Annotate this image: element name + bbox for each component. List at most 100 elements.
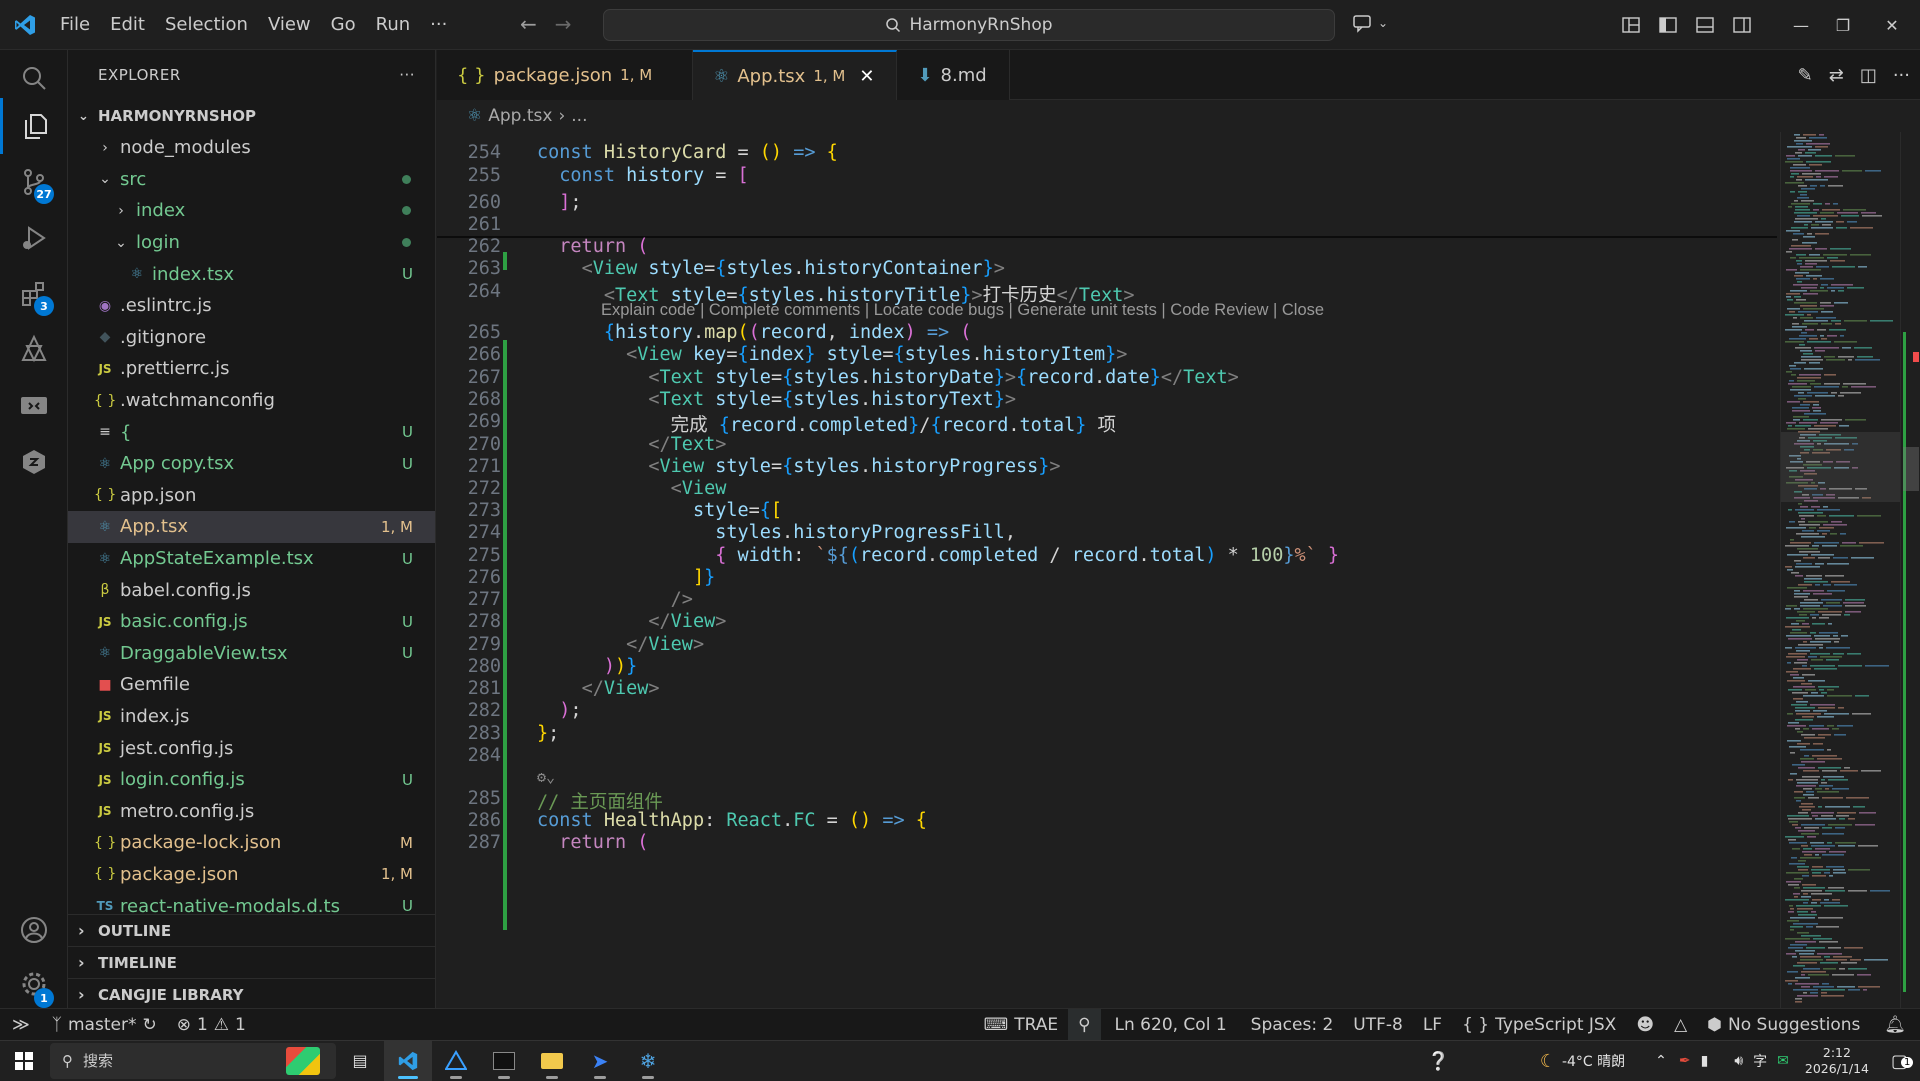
end-of-line[interactable]: LF [1413,1009,1452,1041]
file-tree-item[interactable]: JS basic.config.js U [68,606,435,638]
explorer-activity[interactable] [0,98,68,154]
zoom-item[interactable]: ⚲ [1068,1008,1101,1041]
branch-item[interactable]: ᛉ master* ↻ [42,1009,167,1041]
breadcrumb-file[interactable]: App.tsx [488,106,552,126]
task-view-button[interactable]: ▤ [336,1041,384,1081]
sidebar-section[interactable]: › TIMELINE [68,946,435,978]
toggle-primary-sidebar-icon[interactable] [1649,0,1686,50]
menu-item[interactable]: File [50,0,100,50]
minimap[interactable] [1780,132,1900,1008]
trae-item[interactable]: ⌨ TRAE [974,1009,1068,1041]
file-tree-item[interactable]: ⚛ index.tsx U [68,258,435,290]
minimize-button[interactable]: — [1780,0,1822,50]
customize-layout-icon[interactable] [1612,0,1649,50]
deveco-activity[interactable] [0,322,68,378]
volume-icon[interactable]: 🔊︎ [1734,1053,1743,1069]
forward-arrow-icon[interactable]: → [555,12,572,36]
toggle-secondary-sidebar-icon[interactable] [1723,0,1760,50]
file-tree-item[interactable]: ⌄ login [68,227,435,259]
scrollbar-thumb[interactable] [1903,447,1919,491]
vertical-scrollbar[interactable] [1900,132,1920,1008]
taskbar-search[interactable]: ⚲ 搜索 [50,1042,336,1079]
file-tree-item[interactable]: ⌄ src [68,164,435,196]
file-tree-item[interactable]: JS index.js [68,701,435,733]
extensions-activity[interactable]: 3 [0,266,68,322]
file-tree-item[interactable]: ⚛ App.tsx 1, M [68,511,435,543]
problems-item[interactable]: ⊗ 1 ⚠ 1 [167,1009,256,1041]
language-mode[interactable]: { } TypeScript JSX [1452,1009,1626,1041]
file-tree-item[interactable]: ⚛ DraggableView.tsx U [68,638,435,670]
editor-tab[interactable]: ⚛ App.tsx 1, M ✕ [693,50,898,100]
file-tree-item[interactable]: { } .watchmanconfig [68,385,435,417]
code-editor[interactable]: 254 const HistoryCard = () => {255 const … [437,132,1777,1008]
terminal-taskbar-app[interactable] [480,1041,528,1081]
close-tab-icon[interactable]: ✕ [859,66,874,87]
ai-codelens-actions[interactable]: Explain code | Complete comments | Locat… [601,301,1324,320]
sidebar-section[interactable]: › CANGJIE LIBRARY [68,978,435,1008]
back-arrow-icon[interactable]: ← [520,12,537,36]
remote-explorer-activity[interactable] [0,378,68,434]
menu-item[interactable]: Run [366,0,421,50]
notification-center-button[interactable]: ▢ 1 [1891,1051,1914,1072]
file-tree-item[interactable]: { } app.json [68,480,435,512]
compare-changes-icon[interactable]: ⇄ [1829,65,1844,86]
file-tree-item[interactable]: β babel.config.js [68,574,435,606]
explorer-more-button[interactable]: ··· [399,66,415,84]
breadcrumb-rest[interactable]: ... [571,106,587,126]
weather-text[interactable]: -4°C 晴朗 [1562,1051,1625,1071]
clock[interactable]: 2:12 2026/1/14 [1805,1045,1869,1077]
file-tree-item[interactable]: ≡ {U [68,416,435,448]
battery-icon[interactable]: ▮ [1701,1053,1709,1069]
vscode-taskbar-app[interactable] [384,1040,432,1081]
source-control-activity[interactable]: 27 [0,154,68,210]
file-explorer-taskbar-app[interactable] [528,1041,576,1081]
menu-item[interactable]: View [258,0,321,50]
notifications-item[interactable]: 🔔︎ [1870,1009,1920,1041]
feishu-taskbar-app[interactable]: ➤ [576,1041,624,1081]
file-tree-item[interactable]: ⚛ AppStateExample.tsx U [68,543,435,575]
copilot-status[interactable]: ☻ [1626,1009,1664,1041]
encoding[interactable]: UTF-8 [1343,1009,1413,1041]
suggestions-item[interactable]: ⬢ No Suggestions [1697,1009,1870,1041]
sidebar-section[interactable]: › OUTLINE [68,914,435,946]
toggle-panel-icon[interactable] [1686,0,1723,50]
codearts-taskbar-app[interactable]: ❄ [624,1041,672,1081]
editor-tab[interactable]: ⬇ 8.md [897,50,1010,100]
file-tree-item[interactable]: ◉ .eslintrc.js [68,290,435,322]
menu-item[interactable]: ··· [420,0,457,50]
editor-tab[interactable]: { } package.json 1, M [437,50,694,100]
file-tree-item[interactable]: JS .prettierrc.js [68,353,435,385]
close-window-button[interactable]: ✕ [1864,0,1920,50]
file-tree-item[interactable]: ⚛ App copy.tsx U [68,448,435,480]
run-debug-activity[interactable] [0,210,68,266]
help-icon[interactable]: ❔ [1427,1051,1449,1072]
cangjie-activity[interactable] [0,434,68,490]
workspace-root[interactable]: ⌄ HARMONYRNSHOP [68,100,435,132]
command-center-search[interactable]: HarmonyRnShop [603,9,1335,41]
file-tree-item[interactable]: JS login.config.js U [68,764,435,796]
wechat-tray-icon[interactable]: ✉ [1777,1053,1789,1069]
menu-item[interactable]: Selection [155,0,258,50]
file-tree-item[interactable]: ◆ .gitignore [68,322,435,354]
file-tree-item[interactable]: { } package-lock.json M [68,827,435,859]
file-tree-item[interactable]: › node_modules [68,132,435,164]
split-editor-icon[interactable]: ◫ [1860,65,1877,86]
input-method-icon[interactable]: 字 [1753,1051,1767,1071]
remote-indicator[interactable]: ≫ [0,1009,42,1041]
edit-pencil-icon[interactable]: ✎ [1798,65,1813,86]
copilot-chat-button[interactable]: ⌄ [1352,12,1388,34]
file-tree-item[interactable]: { } package.json 1, M [68,859,435,891]
menu-item[interactable]: Go [321,0,366,50]
plugin-status[interactable]: △ [1664,1009,1697,1041]
file-tree-item[interactable]: JS jest.config.js [68,732,435,764]
more-actions-icon[interactable]: ··· [1893,65,1910,86]
file-tree-item[interactable]: JS metro.config.js [68,795,435,827]
cursor-position[interactable]: Ln 620, Col 1 [1101,1009,1241,1041]
pen-tray-icon[interactable]: ✒ [1679,1053,1691,1069]
restore-button[interactable]: ❐ [1822,0,1864,50]
file-tree-item[interactable]: › index [68,195,435,227]
accounts-activity[interactable] [0,902,68,958]
manage-activity[interactable]: 1 [0,956,68,1012]
deveco-taskbar-app[interactable] [432,1041,480,1081]
menu-item[interactable]: Edit [100,0,155,50]
